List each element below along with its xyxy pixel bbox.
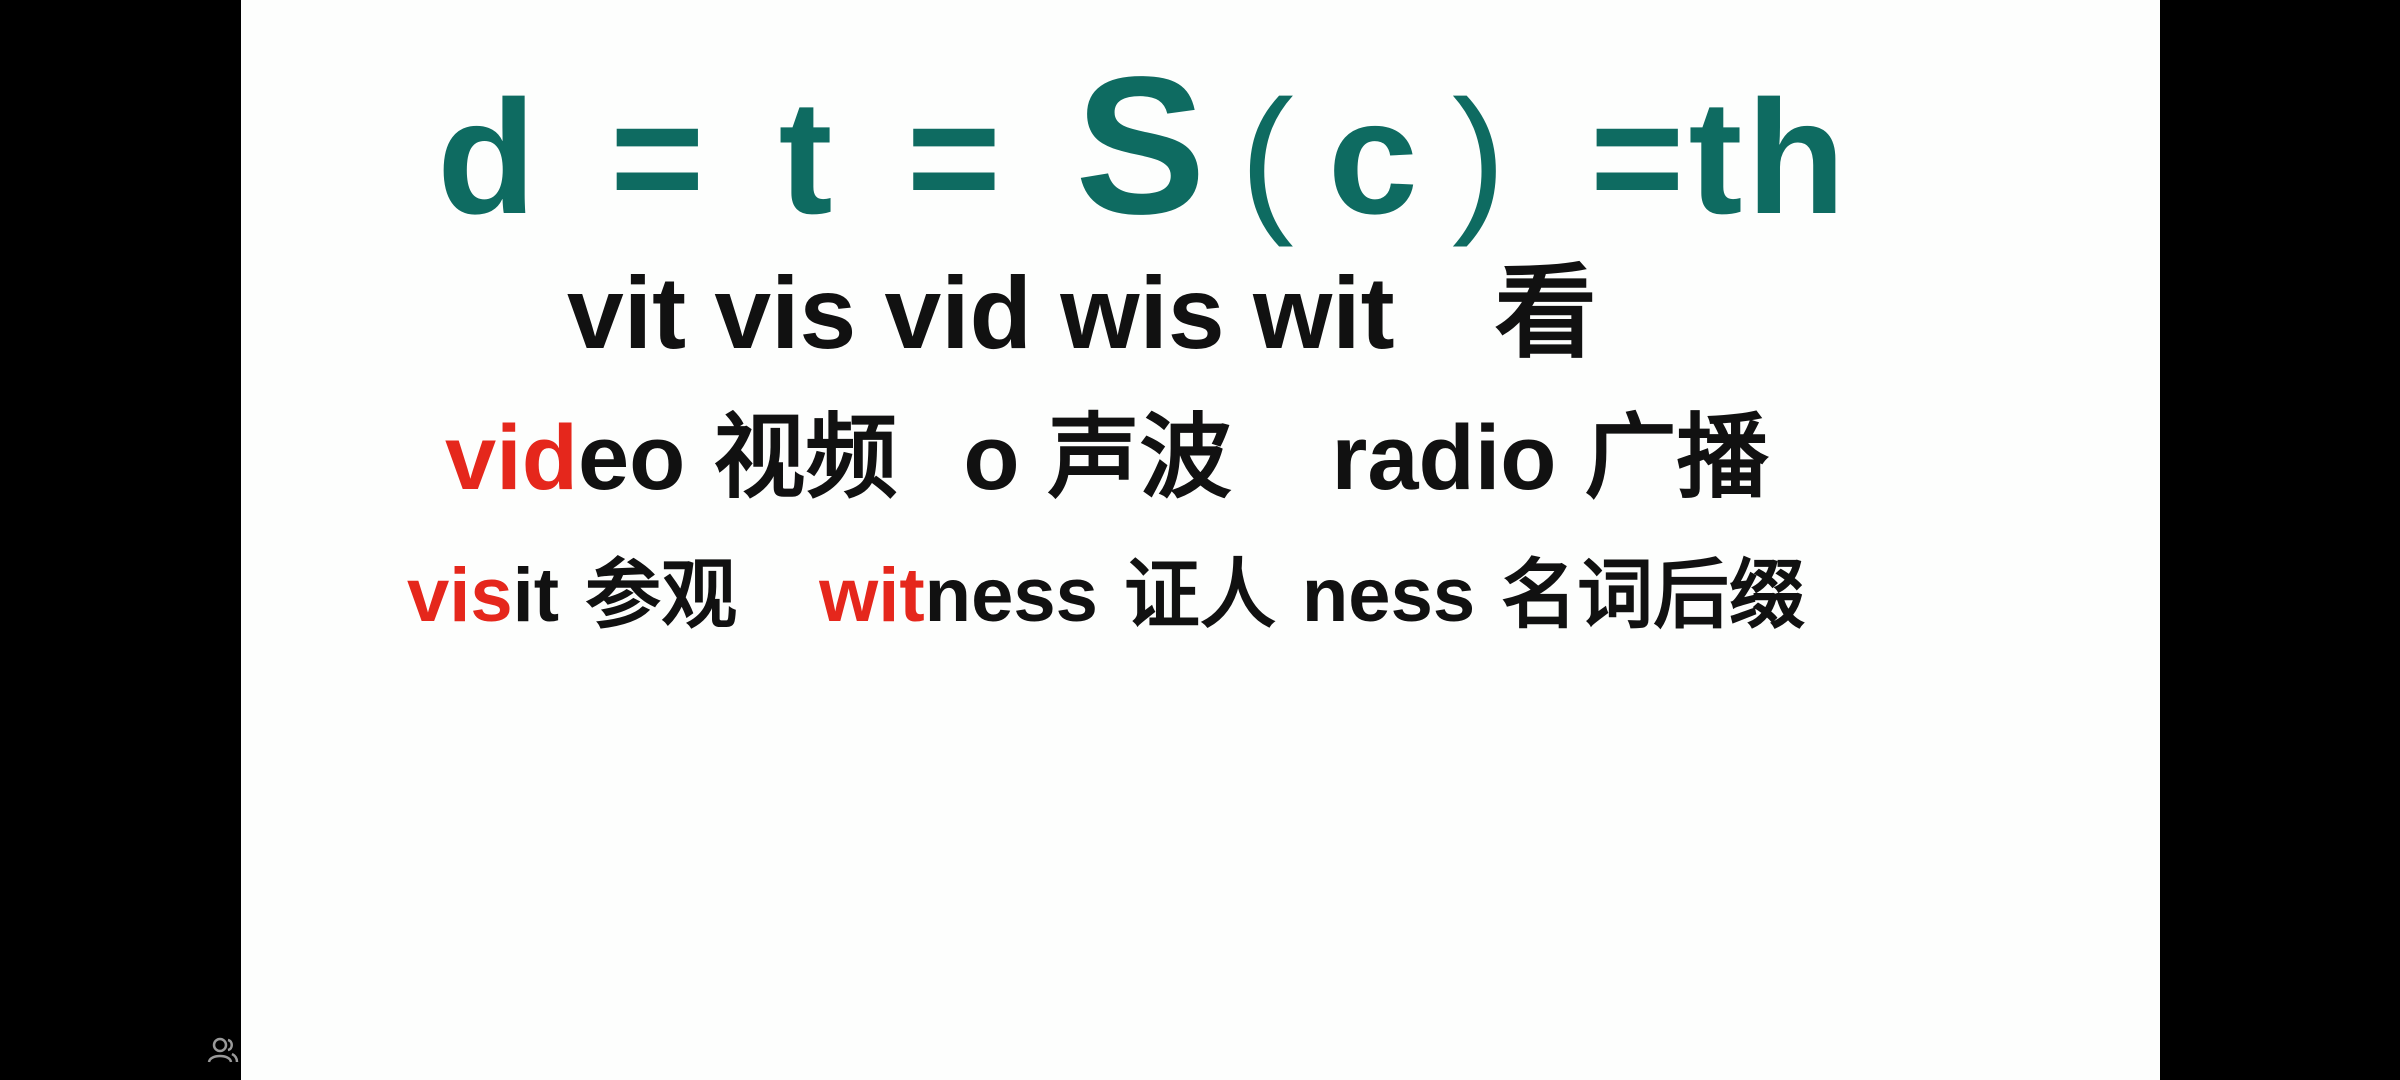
formula-s: S	[1075, 36, 1210, 255]
ness-meaning: 名词后缀	[1501, 553, 1806, 638]
examples-line-2: visit 参观 witness 证人 ness 名词后缀	[407, 558, 1805, 634]
ness-suffix: ness	[1301, 553, 1476, 638]
roots-meaning: 看	[1494, 256, 1597, 370]
formula-close-paren: )	[1451, 67, 1510, 248]
video-screen: d = t = S(c) =th vit vis vid wis wit 看 video 视频…	[0, 0, 2400, 1080]
formula-th: th	[1688, 67, 1850, 248]
slide: d = t = S(c) =th vit vis vid wis wit 看 video 视频…	[241, 0, 2160, 1080]
examples-line-1: video 视频 o 声波 radio 广播	[445, 412, 1769, 504]
formula-line: d = t = S(c) =th	[437, 48, 1849, 244]
formula-t: t	[778, 67, 837, 248]
video-root: vid	[445, 407, 578, 509]
formula-open-paren: (	[1239, 67, 1298, 248]
witness-rest: ness	[924, 553, 1098, 638]
formula-equals-3: =	[1589, 67, 1689, 248]
radio-meaning: 广播	[1584, 407, 1769, 509]
formula-equals-2: =	[906, 67, 1006, 248]
visit-rest: it	[512, 553, 560, 638]
visit-root: vis	[407, 553, 513, 638]
people-icon[interactable]	[206, 1034, 240, 1068]
witness-root: wit	[819, 553, 925, 638]
roots-line: vit vis vid wis wit 看	[567, 262, 1597, 364]
visit-meaning: 参观	[585, 553, 738, 638]
witness-meaning: 证人	[1123, 553, 1276, 638]
formula-equals-1: =	[609, 67, 709, 248]
radio-word: radio	[1331, 407, 1557, 509]
o-meaning: 声波	[1047, 407, 1232, 509]
roots-list: vit vis vid wis wit	[567, 256, 1395, 370]
formula-c: c	[1327, 67, 1422, 248]
video-meaning: 视频	[713, 407, 898, 509]
video-rest: eo	[577, 407, 686, 509]
formula-d: d	[437, 67, 540, 248]
o-letter: o	[963, 407, 1020, 509]
